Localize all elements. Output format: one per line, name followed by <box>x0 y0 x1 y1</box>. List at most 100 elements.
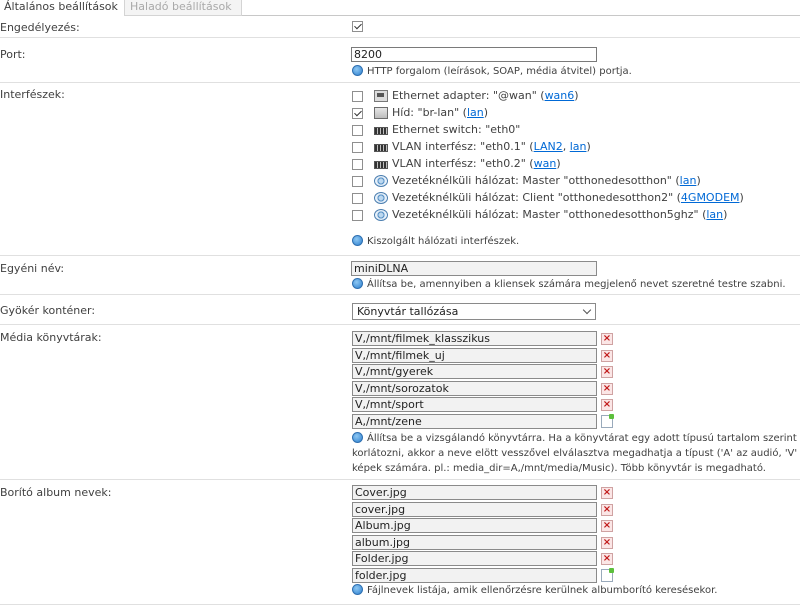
interface-label: VLAN interfész: "eth0.2" (wan) <box>392 156 561 172</box>
media-dir-row-input[interactable]: V,/mnt/filmek_uj <box>352 347 597 363</box>
interface-name: Ethernet adapter: "@wan" ( <box>392 89 545 102</box>
add-entry-icon[interactable] <box>601 413 614 428</box>
interface-name: VLAN interfész: "eth0.2" ( <box>392 157 534 170</box>
interface-checkbox[interactable] <box>352 159 363 170</box>
enable-label: Engedélyezés: <box>0 21 80 34</box>
interface-checkbox[interactable] <box>352 142 363 153</box>
friendly-name-section: Egyéni név: miniDLNA Állítsa be, amennyi… <box>0 256 800 295</box>
remove-entry-icon[interactable]: × <box>601 520 613 532</box>
interface-suffix: ) <box>696 174 701 187</box>
album-art-row-input[interactable]: folder.jpg <box>352 567 597 583</box>
port-input[interactable]: 8200 <box>351 47 597 62</box>
network-link[interactable]: LAN2 <box>534 140 563 153</box>
media-dirs-help-line-1: Állítsa be a vizsgálandó könyvtárra. Ha … <box>352 431 800 446</box>
interfaces-help-text: Kiszolgált hálózati interfészek. <box>367 236 520 247</box>
interface-suffix: ) <box>483 106 489 119</box>
port-section: Port: 8200 HTTP forgalom (leírások, SOAP… <box>0 38 800 83</box>
tab-advanced-settings[interactable]: Haladó beállítások <box>124 0 242 16</box>
interface-checkbox[interactable] <box>352 193 363 204</box>
interface-suffix: ) <box>574 89 579 102</box>
interface-suffix: ) <box>723 208 728 221</box>
port-help: HTTP forgalom (leírások, SOAP, média átv… <box>352 65 632 77</box>
network-link[interactable]: 4GMODEM <box>681 191 740 204</box>
root-container-label: Gyökér konténer: <box>0 304 96 317</box>
network-link[interactable]: wan <box>534 157 557 170</box>
interface-label: Vezetéknélküli hálózat: Master "otthoned… <box>392 207 727 223</box>
interfaces-label: Interfészek: <box>0 88 65 101</box>
wifi-icon <box>374 209 388 221</box>
media-dirs-help-line-2: korlátozni, akkor a neve elött vesszővel… <box>352 448 800 459</box>
root-container-selected: Könyvtár tallózása <box>357 305 459 318</box>
interface-name: Vezetéknélküli hálózat: Client "otthoned… <box>392 191 681 204</box>
network-link[interactable]: lan <box>680 174 697 187</box>
interface-suffix: ) <box>556 157 561 170</box>
media-dir-row-input[interactable]: V,/mnt/sport <box>352 397 597 412</box>
enable-section: Engedélyezés: <box>0 16 800 38</box>
friendly-name-label: Egyéni név: <box>0 262 65 275</box>
friendly-name-help: Állítsa be, amennyiben a kliensek számár… <box>352 278 786 290</box>
info-icon <box>352 584 363 595</box>
remove-entry-icon[interactable]: × <box>601 399 613 411</box>
friendly-name-input[interactable]: miniDLNA <box>351 261 597 276</box>
enable-checkbox[interactable] <box>352 21 363 32</box>
remove-entry-icon[interactable]: × <box>601 553 613 565</box>
album-art-row-input[interactable]: Album.jpg <box>352 518 597 533</box>
tab-bar: Általános beállítások Haladó beállítások <box>0 0 800 16</box>
remove-entry-icon[interactable]: × <box>601 382 613 395</box>
album-art-label: Borító album nevek: <box>0 486 112 499</box>
interface-suffix: ) <box>739 191 744 204</box>
add-entry-icon[interactable] <box>601 567 614 582</box>
remove-entry-icon[interactable]: × <box>601 333 613 345</box>
interface-label: Ethernet switch: "eth0" <box>392 122 520 138</box>
media-dir-row-input[interactable]: V,/mnt/sorozatok <box>352 380 597 396</box>
interface-checkbox[interactable] <box>352 91 363 102</box>
remove-entry-icon[interactable]: × <box>601 366 613 378</box>
album-art-help-text: Fájlnevek listája, amik ellenőrzésre ker… <box>367 585 718 596</box>
interface-label: Vezetéknélküli hálózat: Client "otthoned… <box>392 190 744 206</box>
interface-name: Híd: "br-lan" ( <box>392 106 467 119</box>
interface-checkbox[interactable] <box>352 210 363 221</box>
remove-entry-icon[interactable]: × <box>601 503 613 516</box>
wifi-icon <box>374 175 388 187</box>
album-art-row-input[interactable]: album.jpg <box>352 534 597 550</box>
chevron-down-icon <box>582 305 592 315</box>
remove-entry-icon[interactable]: × <box>601 536 613 549</box>
wifi-icon <box>374 192 388 204</box>
interface-checkbox[interactable] <box>352 125 363 136</box>
bridge-icon <box>374 107 388 119</box>
media-dir-row-input[interactable]: V,/mnt/gyerek <box>352 364 597 379</box>
switch-icon <box>374 127 388 135</box>
friendly-name-help-text: Állítsa be, amennyiben a kliensek számár… <box>367 279 786 290</box>
media-dir-row-input[interactable]: A,/mnt/zene <box>352 413 597 429</box>
interface-checkbox[interactable] <box>352 108 363 119</box>
interface-name: Ethernet switch: "eth0" <box>392 123 521 136</box>
interface-label: Vezetéknélküli hálózat: Master "otthoned… <box>392 173 701 189</box>
interface-checkbox[interactable] <box>352 176 363 187</box>
interface-label: VLAN interfész: "eth0.1" (LAN2, lan) <box>392 140 591 153</box>
album-art-help: Fájlnevek listája, amik ellenőrzésre ker… <box>352 584 717 596</box>
media-dir-row-input[interactable]: V,/mnt/filmek_klasszikus <box>352 331 597 346</box>
tab-general-settings[interactable]: Általános beállítások <box>0 0 126 16</box>
network-link[interactable]: lan <box>706 208 723 221</box>
remove-entry-icon[interactable]: × <box>601 349 613 362</box>
interface-name: Vezetéknélküli hálózat: Master "otthoned… <box>392 208 707 221</box>
album-art-row-input[interactable]: Cover.jpg <box>352 485 597 500</box>
interface-suffix: ) <box>586 140 591 153</box>
remove-entry-icon[interactable]: × <box>601 487 613 499</box>
network-link[interactable]: lan <box>570 140 587 153</box>
media-dirs-help: Állítsa be a vizsgálandó könyvtárra. Ha … <box>352 431 800 476</box>
switch-icon <box>374 144 388 152</box>
port-help-text: HTTP forgalom (leírások, SOAP, média átv… <box>367 66 632 77</box>
album-art-row-input[interactable]: cover.jpg <box>352 501 597 517</box>
info-icon <box>352 432 363 443</box>
switch-icon <box>374 161 388 169</box>
root-container-select[interactable]: Könyvtár tallózása <box>352 303 596 320</box>
info-icon <box>352 235 363 246</box>
media-dirs-help-text-1: Állítsa be a vizsgálandó könyvtárra. Ha … <box>367 433 800 444</box>
ethernet-adapter-icon <box>374 90 388 102</box>
album-art-row-input[interactable]: Folder.jpg <box>352 551 597 566</box>
port-label: Port: <box>0 48 26 61</box>
media-dirs-help-line-3: képek számára. pl.: media_dir=A,/mnt/med… <box>352 463 766 474</box>
network-link[interactable]: wan6 <box>545 89 575 102</box>
network-link[interactable]: lan <box>467 106 484 119</box>
